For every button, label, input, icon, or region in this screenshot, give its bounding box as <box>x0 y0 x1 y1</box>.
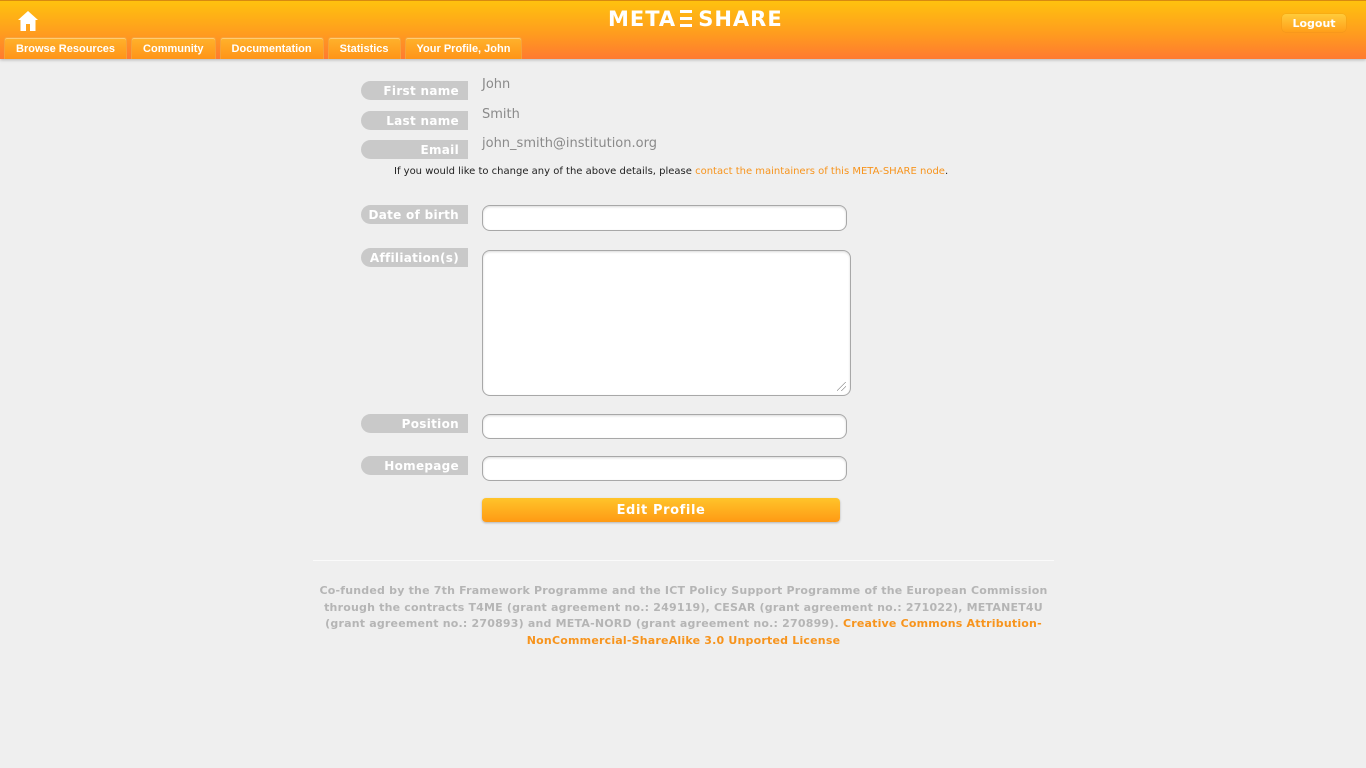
logo-bars-icon <box>678 9 696 29</box>
last-name-value: Smith <box>482 107 520 122</box>
affiliations-label: Affiliation(s) <box>361 248 468 267</box>
email-label: Email <box>361 140 468 159</box>
logout-button[interactable]: Logout <box>1282 14 1346 32</box>
position-row: Position <box>361 414 468 433</box>
last-name-label: Last name <box>361 111 468 130</box>
tab-your-profile[interactable]: Your Profile, John <box>404 37 523 59</box>
tab-statistics[interactable]: Statistics <box>327 37 401 59</box>
logo-right-text: SHARE <box>698 7 783 31</box>
meta-share-logo[interactable]: META SHARE <box>608 5 783 33</box>
change-details-note: If you would like to change any of the a… <box>394 166 948 177</box>
dob-label: Date of birth <box>361 205 468 224</box>
top-header: META SHARE Logout Browse Resources Commu… <box>0 0 1366 59</box>
homepage-input[interactable] <box>482 456 847 481</box>
tab-community[interactable]: Community <box>131 37 216 59</box>
logo-left-text: META <box>608 7 677 31</box>
homepage-label: Homepage <box>361 456 468 475</box>
email-value: john_smith@institution.org <box>482 136 657 151</box>
dob-row: Date of birth <box>361 205 468 224</box>
first-name-label: First name <box>361 81 468 100</box>
email-row: Email john_smith@institution.org <box>361 136 657 159</box>
first-name-value: John <box>482 77 511 92</box>
tab-documentation[interactable]: Documentation <box>219 37 324 59</box>
affiliations-textarea[interactable] <box>482 250 851 396</box>
note-suffix: . <box>944 166 949 177</box>
last-name-row: Last name Smith <box>361 107 520 130</box>
position-input[interactable] <box>482 414 847 439</box>
tab-browse-resources[interactable]: Browse Resources <box>4 37 128 59</box>
footer-divider <box>313 560 1054 561</box>
contact-maintainers-link[interactable]: contact the maintainers of this META-SHA… <box>695 166 945 177</box>
dob-input[interactable] <box>482 205 847 231</box>
note-prefix: If you would like to change any of the a… <box>394 166 696 177</box>
main-nav: Browse Resources Community Documentation… <box>4 37 523 59</box>
home-icon[interactable] <box>16 9 40 33</box>
edit-profile-button[interactable]: Edit Profile <box>482 498 840 522</box>
affiliations-row: Affiliation(s) <box>361 248 468 267</box>
resize-grip-icon[interactable] <box>837 382 846 391</box>
homepage-row: Homepage <box>361 456 468 475</box>
footer: Co-funded by the 7th Framework Programme… <box>313 583 1054 649</box>
position-label: Position <box>361 414 468 433</box>
first-name-row: First name John <box>361 77 510 100</box>
